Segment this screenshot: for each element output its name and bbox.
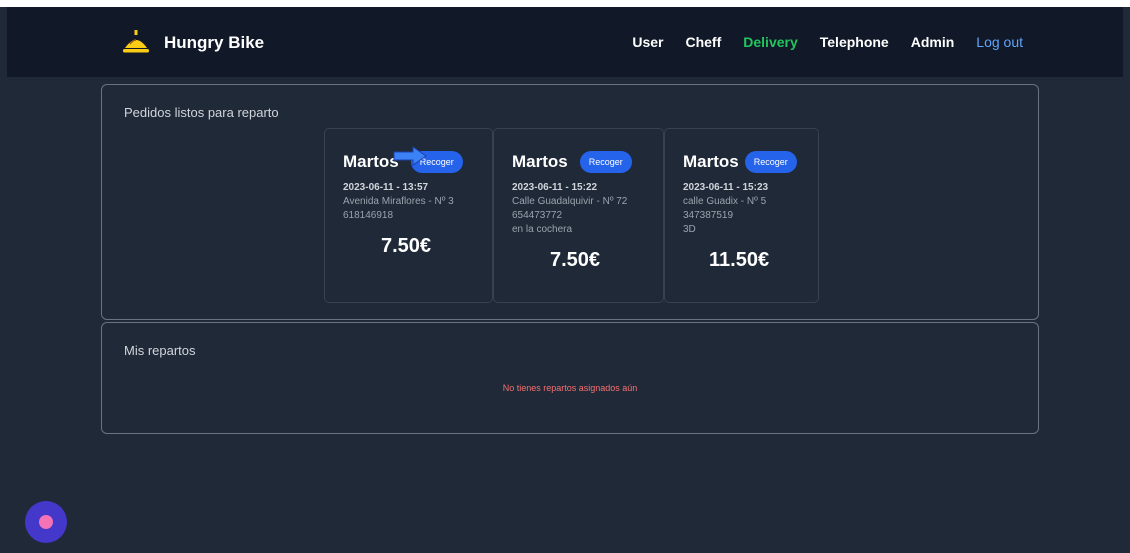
- pickup-button[interactable]: Recoger: [579, 151, 632, 173]
- order-price: 7.50€: [381, 235, 432, 257]
- nav-delivery[interactable]: Delivery: [743, 34, 797, 50]
- ready-orders-title: Pedidos listos para reparto: [124, 105, 279, 120]
- order-card-header: Martos Recoger: [512, 151, 663, 173]
- order-address: calle Guadix - Nº 5: [683, 196, 767, 207]
- bell-tray-icon: [123, 30, 149, 53]
- empty-deliveries-message: No tienes repartos asignados aún: [502, 383, 638, 393]
- order-datetime: 2023-06-11 - 15:22: [512, 182, 598, 193]
- navbar: Hungry Bike User Cheff Delivery Telephon…: [7, 7, 1123, 77]
- floating-action-button[interactable]: [25, 501, 67, 543]
- brand[interactable]: Hungry Bike: [122, 29, 264, 57]
- order-city: Martos: [512, 152, 568, 171]
- order-price: 11.50€: [709, 249, 770, 271]
- order-phone: 618146918: [343, 210, 394, 221]
- order-price: 7.50€: [550, 249, 601, 271]
- order-datetime: 2023-06-11 - 15:23: [683, 182, 769, 193]
- logout-link[interactable]: Log out: [976, 34, 1023, 50]
- order-city: Martos: [683, 152, 739, 171]
- order-note: 3D: [683, 224, 696, 235]
- order-phone: 347387519: [683, 210, 734, 221]
- ready-orders-panel: Pedidos listos para reparto Martos Recog…: [101, 84, 1039, 320]
- order-city: Martos: [343, 152, 399, 171]
- pickup-button[interactable]: Recoger: [744, 151, 797, 173]
- order-datetime: 2023-06-11 - 13:57: [343, 182, 429, 193]
- my-deliveries-title: Mis repartos: [124, 343, 196, 358]
- order-address: Avenida Miraflores - Nº 3: [343, 196, 454, 207]
- nav-user[interactable]: User: [632, 34, 663, 50]
- order-card: Martos Recoger 2023-06-11 - 15:23 calle …: [664, 128, 819, 303]
- nav-admin[interactable]: Admin: [911, 34, 955, 50]
- my-deliveries-panel: Mis repartos No tienes repartos asignado…: [101, 322, 1039, 434]
- nav-telephone[interactable]: Telephone: [820, 34, 889, 50]
- brand-name: Hungry Bike: [164, 33, 265, 52]
- order-phone: 654473772: [512, 210, 563, 221]
- order-note: en la cochera: [512, 224, 573, 235]
- order-address: Calle Guadalquivir - Nº 72: [512, 196, 628, 207]
- order-card-header: Martos Recoger: [683, 151, 818, 173]
- nav-links: User Cheff Delivery Telephone Admin Log …: [610, 34, 1023, 50]
- window-top-border: [0, 0, 1130, 7]
- nav-cheff[interactable]: Cheff: [685, 34, 721, 50]
- order-card: Martos Recoger 2023-06-11 - 15:22 Calle …: [493, 128, 664, 303]
- dot-icon: [39, 515, 53, 529]
- arrow-right-icon: [393, 146, 427, 166]
